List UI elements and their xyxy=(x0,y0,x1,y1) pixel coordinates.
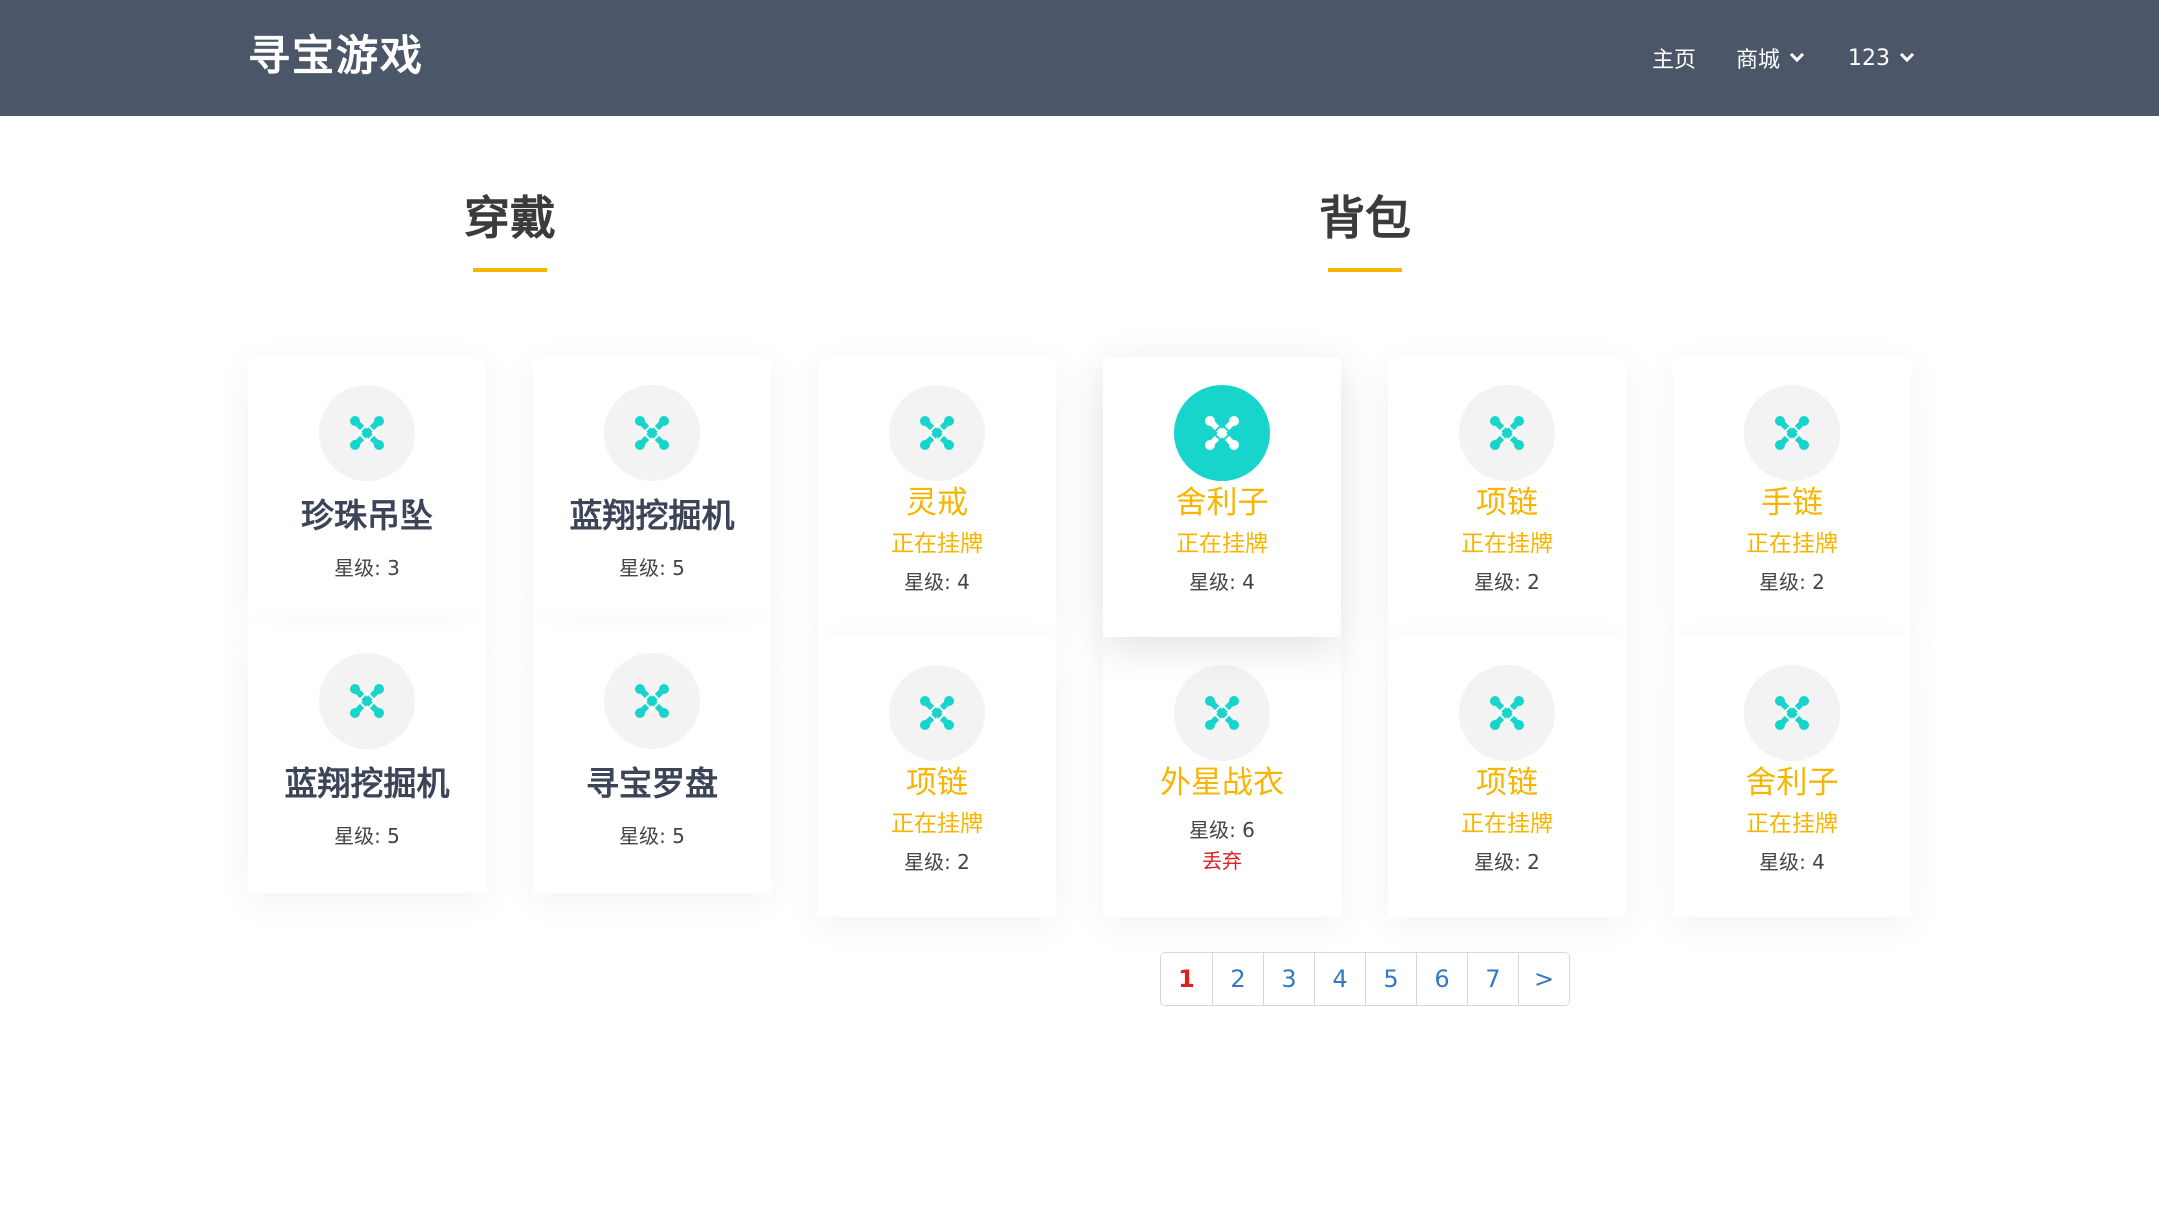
item-star-level: 星级: 4 xyxy=(1189,570,1255,594)
worn-item-card[interactable]: 蓝翔挖掘机 星级: 5 xyxy=(533,357,771,625)
brand-logo-text[interactable]: 寻宝游戏 xyxy=(248,28,424,84)
joomla-icon xyxy=(635,684,669,718)
item-listing-status: 正在挂牌 xyxy=(891,811,983,837)
page-link[interactable]: 3 xyxy=(1263,953,1314,1005)
item-star-level: 星级: 5 xyxy=(334,824,400,848)
item-star-level: 星级: 2 xyxy=(1759,570,1825,594)
item-name: 舍利子 xyxy=(1175,485,1269,521)
item-star-level: 星级: 2 xyxy=(904,850,970,874)
item-name: 项链 xyxy=(906,765,968,801)
item-star-level: 星级: 6 xyxy=(1189,818,1255,842)
title-underline xyxy=(1328,268,1402,272)
worn-item-card[interactable]: 蓝翔挖掘机 星级: 5 xyxy=(248,625,486,893)
item-listing-status: 正在挂牌 xyxy=(1176,531,1268,557)
item-listing-status: 正在挂牌 xyxy=(1746,531,1838,557)
item-icon-circle xyxy=(1174,665,1270,761)
page-link[interactable]: 5 xyxy=(1365,953,1416,1005)
item-star-level: 星级: 4 xyxy=(1759,850,1825,874)
item-icon-circle xyxy=(604,653,700,749)
joomla-icon xyxy=(1205,416,1239,450)
item-star-level: 星级: 3 xyxy=(334,556,400,580)
nav-shop-toggle[interactable]: 商城 xyxy=(1736,42,1805,74)
page-link-current[interactable]: 1 xyxy=(1161,953,1212,1005)
bag-item-card[interactable]: 项链 正在挂牌 星级: 2 xyxy=(1388,357,1626,637)
discard-button[interactable]: 丢弃 xyxy=(1103,847,1341,875)
item-name: 灵戒 xyxy=(906,485,968,521)
nav-shop-label: 商城 xyxy=(1736,48,1781,73)
nav-home-label[interactable]: 主页 xyxy=(1652,42,1696,74)
bag-item-card[interactable]: 舍利子 正在挂牌 星级: 4 xyxy=(1103,357,1341,637)
item-listing-status: 正在挂牌 xyxy=(891,531,983,557)
joomla-icon xyxy=(1775,696,1809,730)
worn-title-text: 穿戴 xyxy=(464,191,556,245)
item-icon-circle xyxy=(1174,385,1270,481)
joomla-icon xyxy=(920,416,954,450)
item-name: 舍利子 xyxy=(1745,765,1839,801)
item-name: 蓝翔挖掘机 xyxy=(284,764,450,803)
item-listing-status: 正在挂牌 xyxy=(1461,811,1553,837)
item-icon-circle xyxy=(319,653,415,749)
item-icon-circle xyxy=(1744,665,1840,761)
chevron-down-icon xyxy=(1789,47,1805,63)
worn-item-card[interactable]: 珍珠吊坠 星级: 3 xyxy=(248,357,486,625)
bag-item-card[interactable]: 手链 正在挂牌 星级: 2 xyxy=(1673,357,1911,637)
nav-user-label: 123 xyxy=(1848,45,1890,71)
worn-item-card[interactable]: 寻宝罗盘 星级: 5 xyxy=(533,625,771,893)
item-icon-circle xyxy=(1459,385,1555,481)
page-link[interactable]: 4 xyxy=(1314,953,1365,1005)
item-name: 蓝翔挖掘机 xyxy=(569,496,735,535)
bag-item-card[interactable]: 舍利子 正在挂牌 星级: 4 xyxy=(1673,637,1911,917)
item-name: 外星战衣 xyxy=(1160,765,1284,801)
item-name: 项链 xyxy=(1476,485,1538,521)
joomla-icon xyxy=(1490,696,1524,730)
item-star-level: 星级: 2 xyxy=(1474,570,1540,594)
item-star-level: 星级: 5 xyxy=(619,824,685,848)
pagination: 1 2 3 4 5 6 7 > xyxy=(1160,952,1570,1006)
nav-user-toggle[interactable]: 123 xyxy=(1848,45,1915,71)
item-name: 寻宝罗盘 xyxy=(586,764,718,803)
item-name: 项链 xyxy=(1476,765,1538,801)
bag-item-card[interactable]: 灵戒 正在挂牌 星级: 4 xyxy=(818,357,1056,637)
joomla-icon xyxy=(635,416,669,450)
item-star-level: 星级: 5 xyxy=(619,556,685,580)
item-star-level: 星级: 2 xyxy=(1474,850,1540,874)
item-icon-circle xyxy=(1744,385,1840,481)
item-icon-circle xyxy=(889,385,985,481)
nav-home[interactable]: 主页 xyxy=(1652,38,1696,78)
page-link[interactable]: 6 xyxy=(1416,953,1467,1005)
item-icon-circle xyxy=(889,665,985,761)
page-link[interactable]: 2 xyxy=(1212,953,1263,1005)
joomla-icon xyxy=(920,696,954,730)
bag-item-card[interactable]: 项链 正在挂牌 星级: 2 xyxy=(818,637,1056,917)
joomla-icon xyxy=(1490,416,1524,450)
item-name: 手链 xyxy=(1761,485,1823,521)
next-page-button[interactable]: > xyxy=(1518,953,1569,1005)
joomla-icon xyxy=(1775,416,1809,450)
item-star-level: 星级: 4 xyxy=(904,570,970,594)
item-icon-circle xyxy=(319,385,415,481)
joomla-icon xyxy=(350,684,384,718)
chevron-down-icon xyxy=(1899,47,1915,63)
item-icon-circle xyxy=(604,385,700,481)
top-navbar: 寻宝游戏 主页 商城 123 xyxy=(0,0,2159,116)
item-icon-circle xyxy=(1459,665,1555,761)
page-link[interactable]: 7 xyxy=(1467,953,1518,1005)
nav-shop-dropdown[interactable]: 商城 xyxy=(1736,38,1805,78)
item-name: 珍珠吊坠 xyxy=(301,496,433,535)
title-underline xyxy=(473,268,547,272)
joomla-icon xyxy=(1205,696,1239,730)
bag-title-text: 背包 xyxy=(1319,191,1411,245)
bag-item-card[interactable]: 外星战衣 星级: 6 丢弃 xyxy=(1103,637,1341,917)
joomla-icon xyxy=(350,416,384,450)
item-listing-status: 正在挂牌 xyxy=(1746,811,1838,837)
item-listing-status: 正在挂牌 xyxy=(1461,531,1553,557)
bag-item-card[interactable]: 项链 正在挂牌 星级: 2 xyxy=(1388,637,1626,917)
nav-user-dropdown[interactable]: 123 xyxy=(1848,38,1915,78)
bag-section-title: 背包 xyxy=(1215,188,1515,272)
worn-section-title: 穿戴 xyxy=(360,188,660,272)
